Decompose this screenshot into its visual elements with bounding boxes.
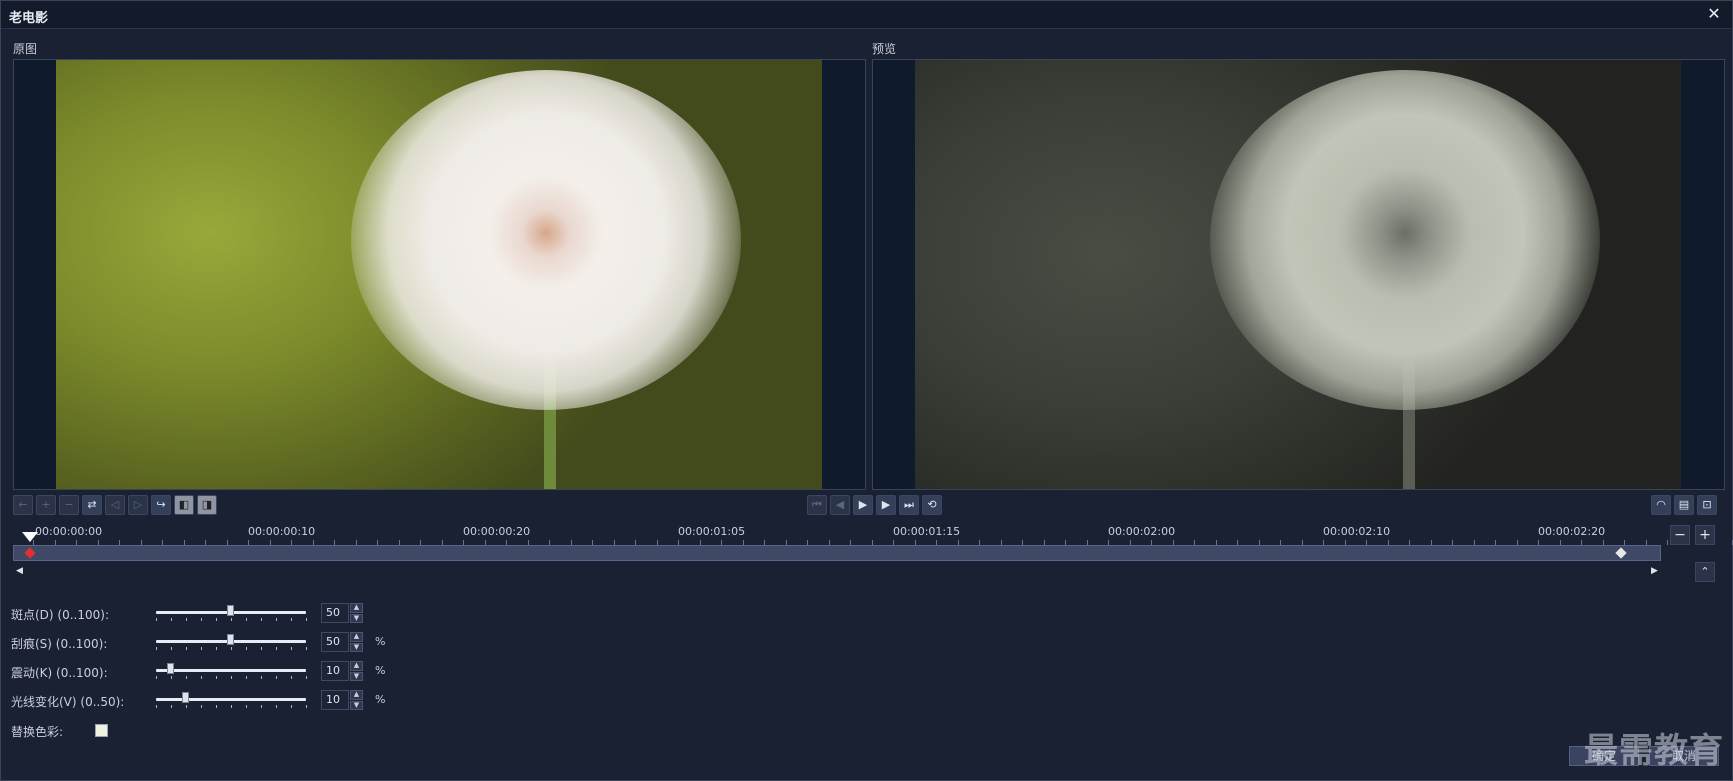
original-image — [56, 60, 822, 489]
param-label: 斑点(D) (0..100): — [11, 608, 109, 622]
shake-spinner[interactable]: ▲ ▼ — [350, 661, 363, 681]
preview-image — [915, 60, 1681, 489]
timecode-label: 00:00:02:20 — [1538, 525, 1606, 538]
zoom-monitor-icon[interactable]: ⊡ — [1697, 495, 1717, 515]
next-keyframe-icon[interactable]: ▷ — [128, 495, 148, 515]
param-row-shake: 震动(K) (0..100): 10 ▲ ▼ % — [11, 661, 431, 681]
playhead[interactable] — [22, 532, 38, 542]
param-row-light: 光线变化(V) (0..50): 10 ▲ ▼ % — [11, 690, 431, 710]
repeat-icon[interactable]: ⟲ — [922, 495, 942, 515]
spin-down-icon[interactable]: ▼ — [350, 671, 363, 681]
timecode-label: 00:00:00:20 — [463, 525, 531, 538]
original-label: 原图 — [13, 42, 38, 56]
spin-up-icon[interactable]: ▲ — [350, 690, 363, 700]
watermark-logo: 最需教育 — [1584, 731, 1724, 771]
timecode-label: 00:00:01:05 — [678, 525, 746, 538]
play-icon[interactable]: ▶ — [853, 495, 873, 515]
home-icon[interactable]: ⏮ — [807, 495, 827, 515]
original-viewer — [13, 59, 866, 490]
replace-color-label: 替换色彩: — [11, 725, 64, 739]
slider-thumb[interactable] — [167, 663, 174, 674]
spin-down-icon[interactable]: ▼ — [350, 700, 363, 710]
light-value-input[interactable]: 10 — [321, 690, 349, 710]
timecode-label: 00:00:00:00 — [35, 525, 103, 538]
slider-thumb[interactable] — [227, 634, 234, 645]
plus-icon[interactable]: + — [36, 495, 56, 515]
spots-spinner[interactable]: ▲ ▼ — [350, 603, 363, 623]
window-title: 老电影 — [9, 11, 49, 26]
old-film-dialog: 老电影 ✕ 原图 预览 ← + − ⇄ ◁ ▷ ↪ ◧ ◨ ⏮ ◀ ▶ ▶ ⏭ … — [0, 0, 1733, 781]
slider-thumb[interactable] — [182, 692, 189, 703]
spots-value-input[interactable]: 50 — [321, 603, 349, 623]
zoom-out-button[interactable]: − — [1670, 525, 1690, 545]
param-row-scratches: 刮痕(S) (0..100): 50 ▲ ▼ % — [11, 632, 431, 652]
keyframe-start-marker[interactable] — [24, 547, 36, 559]
collapse-button[interactable]: ⌃ — [1695, 562, 1715, 582]
spin-up-icon[interactable]: ▲ — [350, 632, 363, 642]
timeline-track[interactable] — [13, 545, 1661, 561]
scratches-value-input[interactable]: 50 — [321, 632, 349, 652]
spin-up-icon[interactable]: ▲ — [350, 661, 363, 671]
param-label: 光线变化(V) (0..50): — [11, 695, 125, 709]
preview-monitor-icon[interactable]: ▤ — [1674, 495, 1694, 515]
next-frame-icon[interactable]: ▶ — [876, 495, 896, 515]
light-spinner[interactable]: ▲ ▼ — [350, 690, 363, 710]
fade-out-icon[interactable]: ◨ — [197, 495, 217, 515]
prev-frame-icon[interactable]: ◀ — [830, 495, 850, 515]
title-bar: 老电影 ✕ — [1, 1, 1732, 29]
unit-label: % — [375, 664, 386, 677]
end-icon[interactable]: ⏭ — [899, 495, 919, 515]
view-toolbar: ◠ ▤ ⊡ — [1651, 495, 1717, 517]
timecode-label: 00:00:01:15 — [893, 525, 961, 538]
scroll-right-icon[interactable]: ▶ — [1651, 566, 1658, 576]
spin-down-icon[interactable]: ▼ — [350, 613, 363, 623]
unit-label: % — [375, 635, 386, 648]
prev-keyframe-icon[interactable]: ◁ — [105, 495, 125, 515]
scratches-spinner[interactable]: ▲ ▼ — [350, 632, 363, 652]
param-label: 刮痕(S) (0..100): — [11, 637, 108, 651]
scroll-left-icon[interactable]: ◀ — [16, 566, 23, 576]
timecode-label: 00:00:02:10 — [1323, 525, 1391, 538]
arrow-left-icon[interactable]: ← — [13, 495, 33, 515]
replace-color-row: 替换色彩: — [11, 720, 431, 740]
zoom-in-button[interactable]: + — [1695, 525, 1715, 545]
preview-label: 预览 — [872, 42, 897, 56]
timecode-label: 00:00:00:10 — [248, 525, 316, 538]
slider-thumb[interactable] — [227, 605, 234, 616]
timecode-label: 00:00:02:00 — [1108, 525, 1176, 538]
param-label: 震动(K) (0..100): — [11, 666, 108, 680]
reverse-keyframe-icon[interactable]: ⇄ — [82, 495, 102, 515]
param-row-spots: 斑点(D) (0..100): 50 ▲ ▼ — [11, 603, 431, 623]
light-variation-slider[interactable] — [146, 690, 307, 710]
close-button[interactable]: ✕ — [1704, 4, 1724, 24]
shake-value-input[interactable]: 10 — [321, 661, 349, 681]
spots-slider[interactable] — [146, 603, 307, 623]
spin-up-icon[interactable]: ▲ — [350, 603, 363, 613]
keyframe-end-marker[interactable] — [1615, 547, 1627, 559]
spin-down-icon[interactable]: ▼ — [350, 642, 363, 652]
preview-viewer — [872, 59, 1725, 490]
color-swatch[interactable] — [95, 724, 108, 737]
jump-icon[interactable]: ↪ — [151, 495, 171, 515]
scratches-slider[interactable] — [146, 632, 307, 652]
shake-slider[interactable] — [146, 661, 307, 681]
fade-in-icon[interactable]: ◧ — [174, 495, 194, 515]
unit-label: % — [375, 693, 386, 706]
meter-icon[interactable]: ◠ — [1651, 495, 1671, 515]
playback-controls: ⏮ ◀ ▶ ▶ ⏭ ⟲ — [807, 495, 942, 517]
keyframe-toolbar: ← + − ⇄ ◁ ▷ ↪ ◧ ◨ — [13, 495, 217, 517]
minus-icon[interactable]: − — [59, 495, 79, 515]
